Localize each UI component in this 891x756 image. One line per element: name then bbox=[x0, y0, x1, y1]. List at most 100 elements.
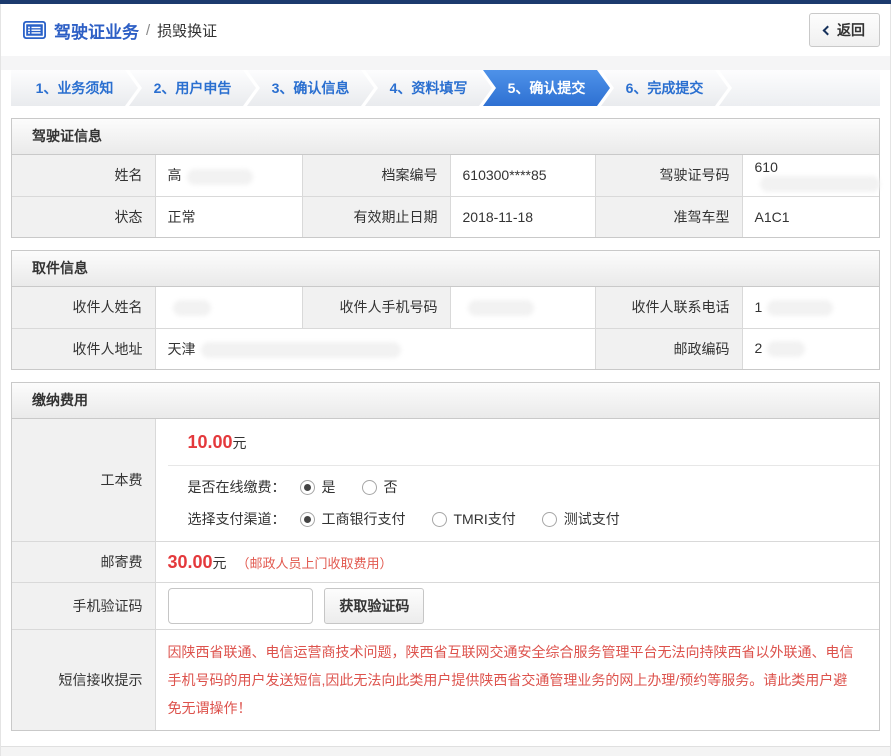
post-fee-row: 邮寄费 30.00元 （邮政人员上门收取费用） bbox=[12, 542, 879, 583]
page-title: 驾驶证业务 bbox=[54, 18, 139, 43]
license-info-section: 驾驶证信息 姓名 高 档案编号 610300****85 驾驶证号码 610 状… bbox=[11, 118, 880, 238]
card-fee-label: 工本费 bbox=[12, 419, 155, 542]
channel-tmri-label: TMRI支付 bbox=[454, 509, 516, 529]
redaction-blur bbox=[173, 300, 211, 316]
redaction-blur bbox=[767, 300, 833, 316]
post-fee-label: 邮寄费 bbox=[12, 542, 155, 583]
table-row: 状态 正常 有效期止日期 2018-11-18 准驾车型 A1C1 bbox=[12, 196, 879, 237]
get-code-button[interactable]: 获取验证码 bbox=[324, 588, 424, 624]
name-value: 高 bbox=[155, 155, 302, 196]
pickup-info-table: 收件人姓名 收件人手机号码 收件人联系电话 1 收件人地址 天津 邮政编码 2 bbox=[12, 287, 879, 369]
breadcrumb-divider: / bbox=[146, 22, 150, 39]
redaction-blur bbox=[187, 169, 253, 185]
sms-code-label: 手机验证码 bbox=[12, 583, 155, 630]
postcode-label: 邮政编码 bbox=[595, 328, 742, 369]
recipient-name-value bbox=[155, 287, 302, 328]
pay-channel-question-row: 选择支付渠道： 工商银行支付 TMRI支付 测试支付 bbox=[168, 503, 880, 541]
radio-unchecked-icon[interactable] bbox=[542, 512, 557, 527]
pickup-section-title: 取件信息 bbox=[12, 251, 879, 287]
step-4-fill-data[interactable]: 4、资料填写 bbox=[365, 70, 492, 106]
redaction-blur bbox=[468, 300, 534, 316]
channel-test-option[interactable]: 测试支付 bbox=[542, 509, 620, 529]
license-info-table: 姓名 高 档案编号 610300****85 驾驶证号码 610 状态 正常 有… bbox=[12, 155, 879, 237]
vehicle-class-value: A1C1 bbox=[742, 196, 879, 237]
channel-tmri-option[interactable]: TMRI支付 bbox=[432, 509, 516, 529]
postcode-value: 2 bbox=[742, 328, 879, 369]
sms-notice-text: 因陕西省联通、电信运营商技术问题，陕西省互联网交通安全综合服务管理平台无法向持陕… bbox=[155, 630, 879, 731]
breadcrumb-current: 损毁换证 bbox=[157, 20, 217, 41]
online-pay-yes-option[interactable]: 是 bbox=[300, 477, 336, 497]
card-fee-amount: 10.00 bbox=[188, 432, 233, 452]
recipient-address-value: 天津 bbox=[155, 328, 595, 369]
post-fee-note: （邮政人员上门收取费用） bbox=[236, 556, 392, 571]
channel-icbc-label: 工商银行支付 bbox=[322, 509, 406, 529]
card-fee-cell: 10.00元 是否在线缴费： 是 否 选择支 bbox=[155, 419, 879, 542]
post-fee-amount: 30.00 bbox=[168, 552, 213, 572]
recipient-address-label: 收件人地址 bbox=[12, 328, 155, 369]
recipient-mobile-value bbox=[450, 287, 595, 328]
page-header: 驾驶证业务 / 损毁换证 返回 bbox=[1, 4, 890, 56]
payment-table: 工本费 10.00元 是否在线缴费： 是 否 bbox=[12, 419, 879, 730]
expiry-date-value: 2018-11-18 bbox=[450, 196, 595, 237]
channel-test-label: 测试支付 bbox=[564, 509, 620, 529]
payment-section: 缴纳费用 工本费 10.00元 是否在线缴费： 是 bbox=[11, 382, 880, 731]
online-pay-no-label: 否 bbox=[384, 477, 398, 497]
radio-checked-icon[interactable] bbox=[300, 512, 315, 527]
recipient-mobile-label: 收件人手机号码 bbox=[302, 287, 450, 328]
license-list-icon bbox=[23, 21, 46, 39]
chevron-left-icon bbox=[823, 25, 833, 35]
step-1-notice[interactable]: 1、业务须知 bbox=[11, 70, 138, 106]
license-number-label: 驾驶证号码 bbox=[595, 155, 742, 196]
redaction-blur bbox=[760, 176, 880, 192]
step-wizard: 1、业务须知 2、用户申告 3、确认信息 4、资料填写 5、确认提交 6、完成提… bbox=[1, 70, 890, 106]
card-fee-row: 工本费 10.00元 是否在线缴费： 是 否 bbox=[12, 419, 879, 542]
back-button-label: 返回 bbox=[837, 20, 865, 40]
step-5-confirm-submit[interactable]: 5、确认提交 bbox=[483, 70, 610, 106]
pickup-info-section: 取件信息 收件人姓名 收件人手机号码 收件人联系电话 1 收件人地址 天津 邮政… bbox=[11, 250, 880, 370]
vehicle-class-label: 准驾车型 bbox=[595, 196, 742, 237]
recipient-phone-value: 1 bbox=[742, 287, 879, 328]
sms-notice-label: 短信接收提示 bbox=[12, 630, 155, 731]
back-button[interactable]: 返回 bbox=[809, 13, 880, 47]
radio-unchecked-icon[interactable] bbox=[432, 512, 447, 527]
post-fee-cell: 30.00元 （邮政人员上门收取费用） bbox=[155, 542, 879, 583]
pay-channel-question: 选择支付渠道： bbox=[188, 509, 286, 529]
header-divider-strip bbox=[1, 56, 890, 70]
card-fee-unit: 元 bbox=[233, 435, 247, 451]
table-row: 收件人姓名 收件人手机号码 收件人联系电话 1 bbox=[12, 287, 879, 328]
recipient-name-label: 收件人姓名 bbox=[12, 287, 155, 328]
online-pay-no-option[interactable]: 否 bbox=[362, 477, 398, 497]
redaction-blur bbox=[767, 341, 805, 357]
card-fee-amount-row: 10.00元 bbox=[168, 419, 880, 466]
radio-checked-icon[interactable] bbox=[300, 480, 315, 495]
license-number-value: 610 bbox=[742, 155, 879, 196]
sms-code-cell: 获取验证码 bbox=[155, 583, 879, 630]
recipient-phone-label: 收件人联系电话 bbox=[595, 287, 742, 328]
sms-code-input[interactable] bbox=[168, 588, 313, 624]
online-pay-yes-label: 是 bbox=[322, 477, 336, 497]
redaction-blur bbox=[201, 342, 401, 358]
online-pay-question: 是否在线缴费： bbox=[188, 477, 286, 497]
expiry-date-label: 有效期止日期 bbox=[302, 196, 450, 237]
name-label: 姓名 bbox=[12, 155, 155, 196]
footer-action-bar: 上一步 完成 bbox=[1, 746, 890, 756]
sms-notice-row: 短信接收提示 因陕西省联通、电信运营商技术问题，陕西省互联网交通安全综合服务管理… bbox=[12, 630, 879, 731]
post-fee-unit: 元 bbox=[213, 555, 227, 571]
step-2-declaration[interactable]: 2、用户申告 bbox=[129, 70, 256, 106]
page-frame: 驾驶证业务 / 损毁换证 返回 1、业务须知 2、用户申告 3、确认信息 4、资… bbox=[0, 4, 891, 756]
step-6-complete[interactable]: 6、完成提交 bbox=[601, 70, 728, 106]
table-row: 姓名 高 档案编号 610300****85 驾驶证号码 610 bbox=[12, 155, 879, 196]
file-number-value: 610300****85 bbox=[450, 155, 595, 196]
license-section-title: 驾驶证信息 bbox=[12, 119, 879, 155]
channel-icbc-option[interactable]: 工商银行支付 bbox=[300, 509, 406, 529]
table-row: 收件人地址 天津 邮政编码 2 bbox=[12, 328, 879, 369]
radio-unchecked-icon[interactable] bbox=[362, 480, 377, 495]
file-number-label: 档案编号 bbox=[302, 155, 450, 196]
step-bar-filler bbox=[719, 70, 880, 106]
status-label: 状态 bbox=[12, 196, 155, 237]
step-3-confirm-info[interactable]: 3、确认信息 bbox=[247, 70, 374, 106]
payment-section-title: 缴纳费用 bbox=[12, 383, 879, 419]
sms-code-row: 手机验证码 获取验证码 bbox=[12, 583, 879, 630]
online-pay-question-row: 是否在线缴费： 是 否 bbox=[168, 466, 880, 503]
status-value: 正常 bbox=[155, 196, 302, 237]
